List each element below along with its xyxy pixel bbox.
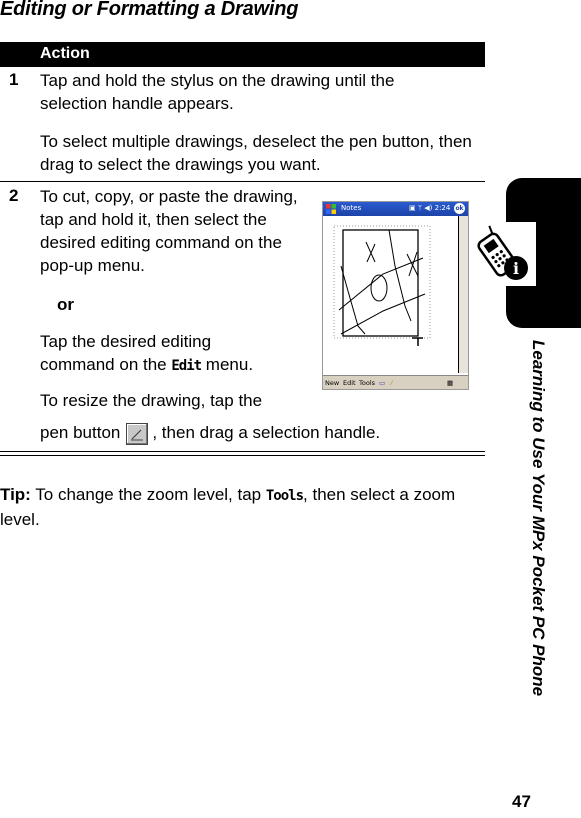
ok-button[interactable]: ok: [454, 203, 465, 214]
step-1-text: Tap and hold the stylus on the drawing u…: [40, 71, 395, 113]
table-bottom-rule: [0, 455, 485, 456]
svg-text:i: i: [513, 259, 519, 278]
app-title: Notes: [341, 204, 362, 212]
phone-info-icon: i: [472, 222, 536, 286]
status-icons: ▣ ᛘ ◀) 2:24: [409, 204, 451, 212]
clock: 2:24: [434, 204, 451, 212]
menu-new[interactable]: New: [325, 379, 339, 387]
edit-command: Edit: [171, 358, 202, 374]
step-2-alt-text: Tap the desired editing command on the E…: [40, 332, 254, 374]
windows-start-icon: [326, 204, 336, 214]
action-column-header: Action: [40, 45, 90, 62]
resize-text-line1: To resize the drawing, tap the: [40, 391, 263, 410]
pen-icon[interactable]: ⁄: [391, 379, 392, 387]
title-bar: Notes ▣ ᛘ ◀) 2:24 ok: [323, 202, 468, 216]
table-bottom-rule: [0, 451, 485, 452]
menu-edit[interactable]: Edit: [343, 379, 356, 387]
scrollbar[interactable]: [458, 216, 468, 373]
table-header: Action: [0, 42, 485, 67]
keyboard-recorder-icon[interactable]: ▭: [379, 379, 385, 387]
page-number: 47: [512, 792, 531, 811]
tic-tac-toe-drawing: [333, 225, 431, 346]
tools-command: Tools: [265, 488, 304, 504]
input-panel-icon[interactable]: ▦: [447, 379, 453, 387]
chapter-title: Learning to Use Your MPx Pocket PC Phone: [529, 340, 548, 697]
tip-text: Tip: To change the zoom level, tap Tools…: [0, 485, 456, 529]
resize-text-line2: pen button, then drag a selection handle…: [40, 421, 380, 445]
step-1-note: To select multiple drawings, deselect th…: [40, 132, 472, 174]
page-title: Editing or Formatting a Drawing: [0, 0, 299, 20]
menu-tools[interactable]: Tools: [359, 379, 375, 387]
menu-bar: New Edit Tools ▭ ⁄ ▦: [323, 375, 468, 389]
notes-screenshot: Notes ▣ ᛘ ◀) 2:24 ok New Edit Tools ▭ ⁄ …: [322, 201, 469, 390]
tip-label: Tip:: [0, 485, 31, 504]
or-label: or: [57, 295, 74, 314]
step-number: 1: [9, 70, 19, 89]
step-number: 2: [9, 186, 19, 205]
step-2-text: To cut, copy, or paste the drawing, tap …: [40, 187, 298, 275]
pen-button-icon: [126, 423, 149, 445]
row-divider: [0, 181, 485, 182]
